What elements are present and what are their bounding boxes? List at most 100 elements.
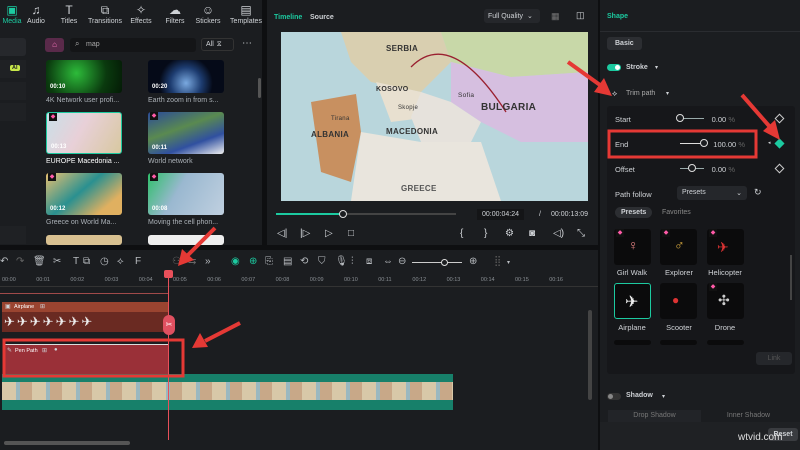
tab-filters[interactable]: ☁ Filters: [158, 3, 192, 25]
stroke-chevron-icon[interactable]: ▾: [655, 64, 658, 71]
preset-girl-walk[interactable]: ◆ ♀: [614, 229, 651, 265]
mark-in-icon[interactable]: {: [460, 228, 463, 239]
fit-icon[interactable]: ⇔: [383, 256, 393, 267]
link-button[interactable]: Link: [756, 352, 792, 365]
sidebar-item[interactable]: [0, 103, 26, 121]
tab-presets[interactable]: Presets: [615, 207, 653, 218]
cut-scissors-icon[interactable]: ✂: [53, 256, 61, 267]
stop-icon[interactable]: □: [348, 228, 354, 239]
sidebar-item[interactable]: [0, 226, 26, 244]
track-scrollbar[interactable]: [588, 310, 592, 400]
preset-explorer[interactable]: ◆ ♂: [660, 229, 697, 265]
preset-item[interactable]: [707, 340, 744, 345]
more-tools-icon[interactable]: »: [205, 256, 211, 267]
play-icon[interactable]: ▷: [325, 228, 333, 239]
replace-icon[interactable]: ⇆: [188, 256, 196, 267]
speed-timer-icon[interactable]: ◷: [100, 256, 109, 267]
media-thumbnail[interactable]: ◆ 00:13: [46, 112, 122, 154]
shadow-chevron-icon[interactable]: ▾: [662, 393, 665, 400]
sidebar-item[interactable]: [0, 82, 26, 100]
quality-dropdown[interactable]: Full Quality ⌄: [484, 9, 540, 23]
microphone-icon[interactable]: 🎙: [335, 256, 348, 267]
settings-gear-icon[interactable]: ⚙: [505, 228, 514, 239]
trim-path-label[interactable]: Trim path: [626, 90, 655, 97]
tab-drop-shadow[interactable]: Drop Shadow: [608, 410, 701, 422]
shield-icon[interactable]: ⛉: [318, 256, 326, 267]
previous-frame-icon[interactable]: ◁|: [277, 228, 287, 239]
zoom-in-icon[interactable]: ⊕: [469, 256, 477, 267]
pen-path-clip[interactable]: ✎ Pen Path ⊞ ●: [5, 344, 168, 374]
playhead[interactable]: [168, 272, 169, 440]
airplane-clip[interactable]: ▣ Airplane ⊞ ✈✈✈✈✈✈✈: [2, 302, 168, 332]
text-icon[interactable]: T: [73, 256, 79, 267]
path-follow-dropdown[interactable]: Presets ⌄: [677, 186, 747, 200]
audio-mixer-icon[interactable]: ⫶: [351, 256, 354, 267]
motion-icon[interactable]: ⟲: [300, 256, 308, 267]
tab-transitions[interactable]: ⧉ Transitions: [88, 3, 122, 25]
previous-keyframe-icon[interactable]: ◂: [768, 140, 771, 146]
ai-tool-icon[interactable]: ⚇: [172, 256, 181, 267]
media-thumbnail[interactable]: ◆ 00:11: [148, 112, 224, 154]
trim-path-chevron-icon[interactable]: ▾: [666, 90, 669, 97]
tab-basic[interactable]: Basic: [607, 37, 642, 50]
zoom-slider[interactable]: [412, 259, 462, 266]
offset-value[interactable]: 0.00 %: [695, 165, 735, 174]
media-thumbnail[interactable]: 00:10: [46, 60, 122, 93]
media-thumbnail[interactable]: ◆ 00:12: [46, 173, 122, 215]
tab-favorites[interactable]: Favorites: [662, 209, 691, 216]
tab-inner-shadow[interactable]: Inner Shadow: [702, 410, 795, 422]
fullscreen-icon[interactable]: ⤡: [577, 228, 585, 239]
tab-timeline[interactable]: Timeline: [274, 14, 302, 21]
media-thumbnail[interactable]: 00:20: [148, 60, 224, 93]
filter-dropdown[interactable]: All ⧖: [201, 38, 234, 51]
video-clip[interactable]: [2, 374, 453, 410]
media-scrollbar[interactable]: [258, 78, 261, 98]
preset-item[interactable]: [614, 340, 651, 345]
preset-helicopter[interactable]: ◆ ✈: [707, 229, 744, 265]
zoom-out-icon[interactable]: ⊖: [398, 256, 406, 267]
preset-scooter[interactable]: ●: [660, 283, 697, 319]
preset-drone[interactable]: ◆ ✣: [707, 283, 744, 319]
presets-scrollbar[interactable]: [790, 255, 792, 300]
media-thumbnail[interactable]: [148, 235, 224, 245]
search-input[interactable]: ⌕ map: [70, 38, 196, 52]
layout-grid-icon[interactable]: ⣿: [494, 256, 501, 267]
tab-source[interactable]: Source: [310, 14, 334, 21]
delete-icon[interactable]: 🗑: [33, 256, 46, 267]
redo-icon[interactable]: ↷: [16, 256, 24, 267]
tab-effects[interactable]: ✧ Effects: [124, 3, 158, 25]
zoom-slider-knob[interactable]: [441, 259, 448, 266]
shadow-toggle[interactable]: [607, 393, 621, 400]
horizontal-scrollbar[interactable]: [4, 441, 130, 445]
volume-icon[interactable]: ◁): [553, 228, 564, 239]
crop-icon[interactable]: ⧉: [83, 256, 90, 267]
store-button[interactable]: ⌂: [45, 38, 64, 52]
start-value[interactable]: 0.00 %: [695, 115, 735, 124]
progress-knob[interactable]: [338, 210, 347, 218]
playhead-handle[interactable]: [164, 270, 173, 278]
stroke-toggle[interactable]: [607, 64, 621, 71]
tab-stickers[interactable]: ☺ Stickers: [191, 3, 225, 25]
split-scissors-icon[interactable]: ✂: [163, 315, 175, 335]
more-options-icon[interactable]: ⋯: [242, 38, 252, 49]
mark-out-icon[interactable]: }: [484, 228, 487, 239]
layout-chevron-icon[interactable]: ▾: [507, 259, 510, 266]
text-effect-icon[interactable]: F: [135, 256, 141, 267]
marker-icon[interactable]: ⎘: [265, 256, 273, 267]
media-thumbnail[interactable]: [46, 235, 122, 245]
snap-icon[interactable]: ⊕: [249, 256, 257, 267]
tab-templates[interactable]: ▤ Templates: [227, 3, 265, 25]
start-slider-knob[interactable]: [676, 114, 684, 122]
transform-icon[interactable]: ⟡: [117, 256, 124, 267]
pip-icon[interactable]: ⧈: [366, 256, 372, 267]
undo-icon[interactable]: ↶: [0, 256, 8, 267]
waveform-icon[interactable]: ◫: [576, 10, 585, 21]
tab-audio[interactable]: ♫ Audio: [19, 3, 53, 25]
snapshot-camera-icon[interactable]: ◙: [529, 228, 535, 239]
tab-titles[interactable]: T Titles: [52, 3, 86, 25]
preset-item[interactable]: [660, 340, 697, 345]
render-icon[interactable]: ▤: [283, 256, 292, 267]
preset-airplane[interactable]: ✈: [614, 283, 651, 319]
reset-path-icon[interactable]: ↻: [754, 187, 762, 198]
auto-mode-icon[interactable]: ◉: [231, 256, 240, 267]
